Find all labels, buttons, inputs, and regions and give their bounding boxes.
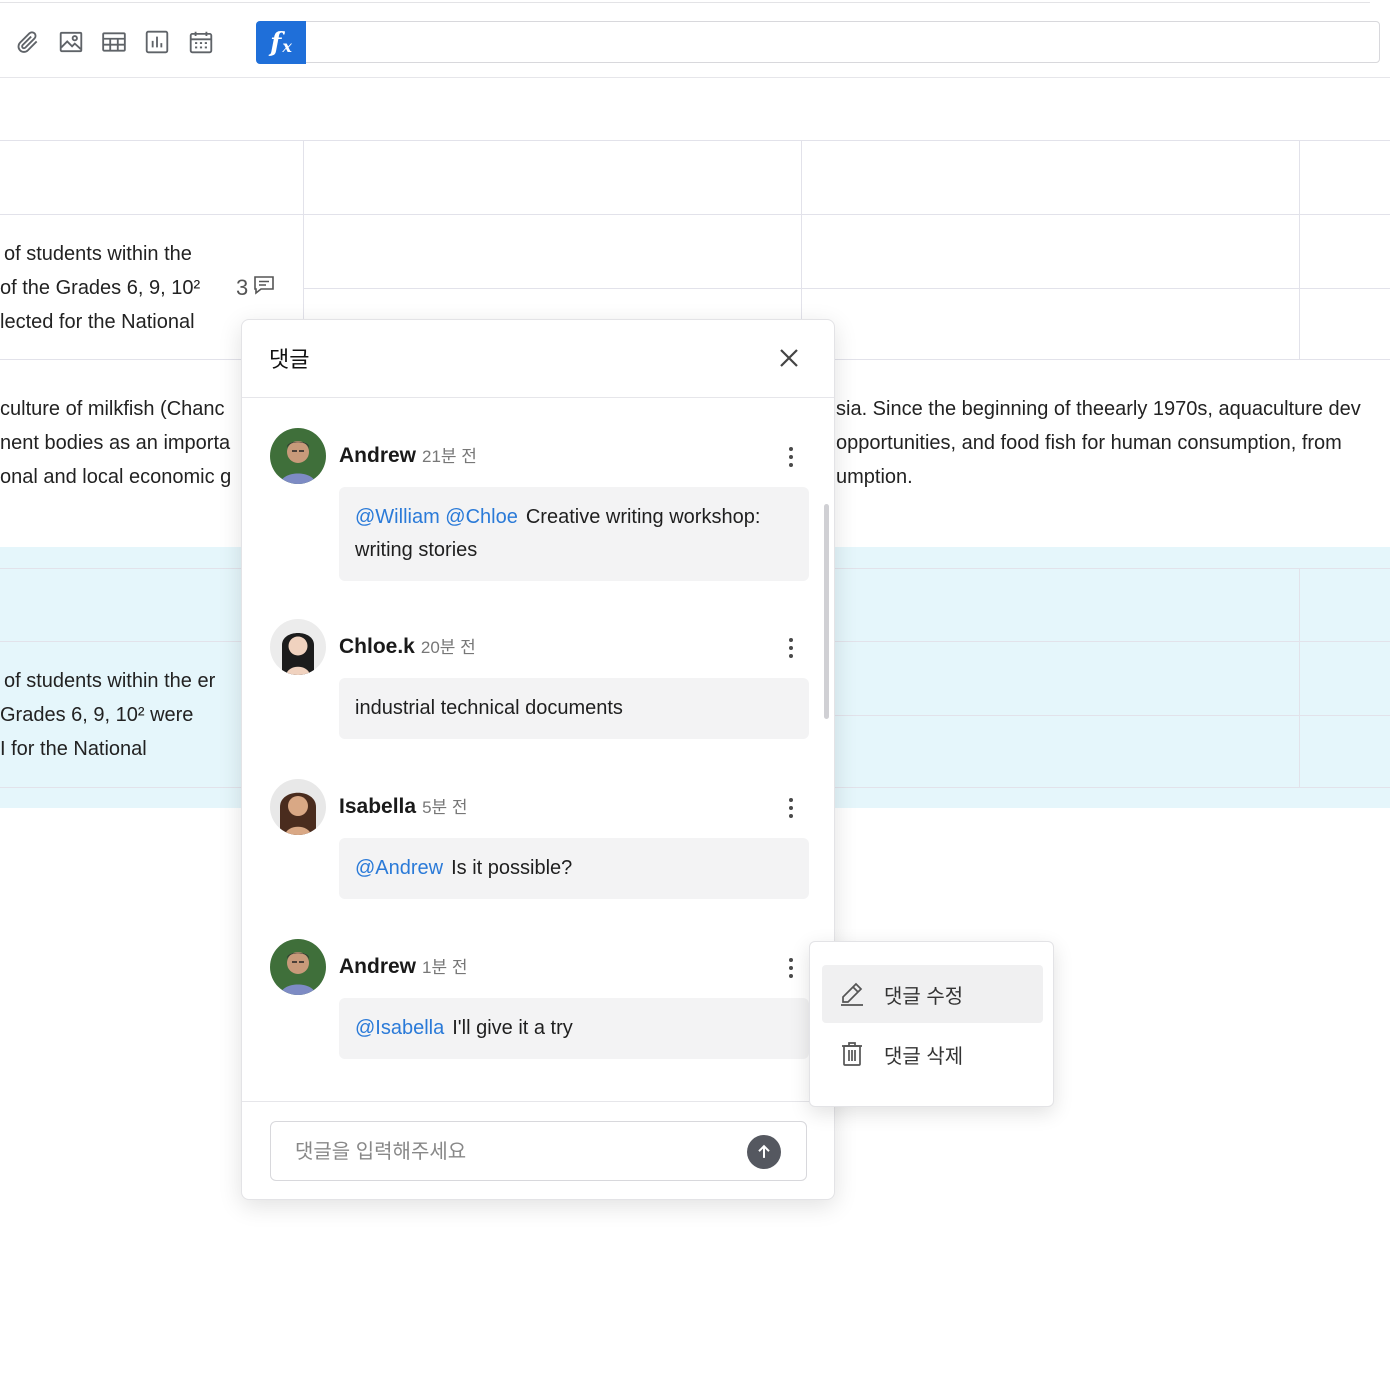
avatar [270,939,326,995]
formula-button[interactable]: fx [256,21,306,64]
author-name: Isabella [339,795,417,818]
comment-body: industrial technical documents [339,678,809,739]
table-icon[interactable] [100,28,128,56]
paragraph-left: culture of milkfish (Chanc nent bodies a… [0,392,231,494]
top-border [0,2,1370,3]
toolbar-divider [0,77,1390,78]
send-button[interactable] [747,1135,781,1169]
cell-line: of students within the [4,243,192,265]
image-icon[interactable] [57,28,85,56]
author-name: Chloe.k [339,635,415,658]
paragraph-line: sia. Since the beginning of theearly 197… [836,398,1361,420]
more-options-icon[interactable] [781,956,801,980]
comment-author: Isabella 5분 전 [339,793,468,819]
comment-input[interactable] [293,1136,737,1168]
author-name: Andrew [339,955,417,978]
mention-link[interactable]: @William @Chloe [355,506,518,528]
menu-item-label: 댓글 삭제 [884,1045,964,1068]
cell-line: of students within the er [4,670,216,692]
pencil-icon [841,982,863,1006]
formula-button-label: f [270,27,282,58]
table-cell-text: of students within the er Grades 6, 9, 1… [0,664,215,766]
chart-icon[interactable] [143,28,171,56]
comment-time: 5분 전 [422,798,468,817]
avatar [270,428,326,484]
comment-input-box [270,1121,807,1181]
table-line [835,715,1390,716]
menu-item-label: 댓글 수정 [884,985,964,1008]
paragraph-line: nent bodies as an importa [0,432,231,454]
comment-text: Is it possible? [451,857,573,879]
comment-item: Chloe.k 20분 전 industrial technical docume… [270,619,810,740]
comment-item: Andrew 1분 전 @Isabella I'll give it a try [270,939,810,1060]
comment-text: industrial technical documents [355,697,623,719]
comment-author: Chloe.k 20분 전 [339,633,476,659]
panel-divider [242,397,834,398]
attachment-icon[interactable] [14,28,42,56]
comment-item: Andrew 21분 전 @William @Chloe Creative writ… [270,428,810,581]
cell-line: of the Grades 6, 9, 10² [0,277,201,299]
scrollbar[interactable] [824,504,829,719]
close-icon[interactable] [777,346,801,370]
more-options-icon[interactable] [781,445,801,469]
comment-body: @Andrew Is it possible? [339,838,809,899]
avatar [270,779,326,835]
calendar-icon[interactable] [187,28,215,56]
trash-icon [842,1042,862,1066]
comment-icon [252,273,276,303]
cell-line: I for the National [0,738,147,760]
formula-button-sub: x [282,37,292,56]
table-line [0,140,1390,141]
arrow-up-icon [758,1144,770,1158]
delete-comment-menu-item[interactable]: 댓글 삭제 [822,1025,1043,1083]
paragraph-line: umption. [836,466,913,488]
paragraph-line: culture of milkfish (Chanc [0,398,225,420]
paragraph-line: opportunities, and food fish for human c… [836,432,1342,454]
paragraph-line: onal and local economic g [0,466,232,488]
table-cell-text: of students within the of the Grades 6, … [0,237,200,339]
comments-panel: 댓글 Andrew 21분 전 @William @Chloe Creative w… [241,319,835,1200]
table-line [0,214,1390,215]
comment-text: I'll give it a try [452,1017,573,1039]
author-name: Andrew [339,444,417,467]
comment-item: Isabella 5분 전 @Andrew Is it possible? [270,779,810,900]
comment-author: Andrew 21분 전 [339,442,477,468]
comment-count-badge[interactable]: 3 [236,273,276,303]
table-line [1299,568,1300,787]
more-options-icon[interactable] [781,636,801,660]
mention-link[interactable]: @Andrew [355,857,443,879]
mention-link[interactable]: @Isabella [355,1017,444,1039]
more-options-icon[interactable] [781,796,801,820]
avatar [270,619,326,675]
comment-context-menu: 댓글 수정 댓글 삭제 [809,941,1054,1107]
comment-time: 1분 전 [422,958,468,977]
comment-body: @Isabella I'll give it a try [339,998,809,1059]
edit-comment-menu-item[interactable]: 댓글 수정 [822,965,1043,1023]
comment-time: 20분 전 [420,638,476,657]
comment-body: @William @Chloe Creative writing workshop… [339,487,809,581]
cell-line: lected for the National [0,311,195,333]
paragraph-right: sia. Since the beginning of theearly 197… [836,392,1361,494]
comment-count: 3 [236,275,249,300]
table-line [303,288,1390,289]
panel-title: 댓글 [269,347,310,372]
table-line [1299,140,1300,359]
input-divider [242,1101,834,1102]
cell-line: Grades 6, 9, 10² were [0,704,194,726]
formula-input[interactable] [256,21,1380,63]
comment-time: 21분 전 [422,447,477,466]
comment-author: Andrew 1분 전 [339,953,467,979]
